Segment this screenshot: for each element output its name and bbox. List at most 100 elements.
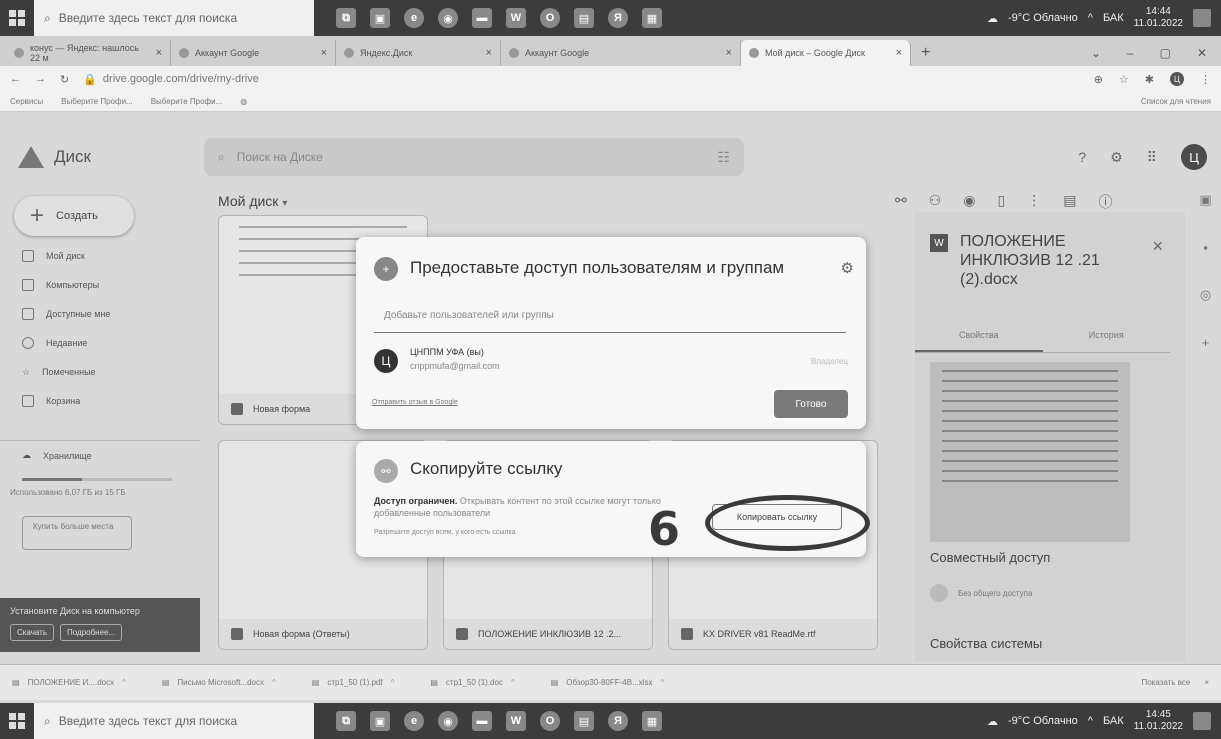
info-icon[interactable]: ⓘ <box>1098 192 1112 212</box>
store-icon[interactable]: ▣ <box>370 8 390 28</box>
star-icon[interactable]: ☆ <box>1119 73 1129 86</box>
sidebar-item-starred[interactable]: ☆ Помеченные <box>0 360 205 384</box>
chevron-up-icon[interactable]: ^ <box>661 678 665 687</box>
photos-icon[interactable]: ▦ <box>642 8 662 28</box>
task-view-icon[interactable]: ⧉ <box>336 8 356 28</box>
folder-icon[interactable]: ▬ <box>472 711 492 731</box>
download-item[interactable]: ▤ стр1_50 (1).pdf ^ <box>312 678 395 687</box>
details-button[interactable]: Подробнее... <box>60 624 123 641</box>
done-button[interactable]: Готово <box>774 390 848 418</box>
bookmark-services[interactable]: Сервисы <box>10 97 43 106</box>
tab-google-account[interactable]: Аккаунт Google × <box>171 40 336 66</box>
maximize-button[interactable]: ▢ <box>1160 46 1171 60</box>
drive-logo[interactable]: Диск <box>18 146 204 168</box>
forward-icon[interactable]: → <box>35 73 46 85</box>
close-icon[interactable]: × <box>896 47 902 59</box>
close-icon[interactable]: × <box>486 47 492 59</box>
word-icon[interactable]: W <box>506 8 526 28</box>
drive-search-input[interactable]: ⌕ Поиск на Диске ☷ <box>204 138 744 176</box>
bookmark-profi-2[interactable]: Выберите Профи... <box>151 97 223 106</box>
folder-icon[interactable]: ▬ <box>472 8 492 28</box>
preview-eye-icon[interactable]: ◉ <box>963 192 975 212</box>
taskbar-search[interactable]: ⌕ Введите здесь текст для поиска <box>34 0 314 36</box>
chevron-up-icon[interactable]: ^ <box>1088 12 1093 24</box>
windows-start-button[interactable] <box>0 0 34 36</box>
yandex-browser-icon[interactable]: Я <box>608 711 628 731</box>
weather-text[interactable]: -9°C Облачно <box>1008 715 1078 727</box>
keep-icon[interactable]: ▪ <box>1203 240 1208 255</box>
tab-google-account-2[interactable]: Аккаунт Google × <box>501 40 741 66</box>
edge-icon[interactable]: e <box>404 711 424 731</box>
apps-grid-icon[interactable]: ⠿ <box>1147 149 1157 166</box>
reading-list[interactable]: Список для чтения <box>1141 97 1211 106</box>
explorer-icon[interactable]: ▤ <box>574 711 594 731</box>
chevron-down-icon[interactable]: ⌄ <box>1091 46 1101 60</box>
weather-text[interactable]: -9°C Облачно <box>1008 12 1078 24</box>
tab-history[interactable]: История <box>1043 330 1171 352</box>
chevron-up-icon[interactable]: ^ <box>1088 715 1093 727</box>
notification-icon[interactable] <box>1193 9 1211 27</box>
create-button[interactable]: + Создать <box>14 196 134 236</box>
yandex-browser-icon[interactable]: Я <box>608 8 628 28</box>
close-icon[interactable]: × <box>726 47 732 59</box>
clock[interactable]: 14:44 11.01.2022 <box>1134 6 1183 30</box>
word-icon[interactable]: W <box>506 711 526 731</box>
tab-google-drive[interactable]: Мой диск – Google Диск × <box>741 40 911 66</box>
add-addon-icon[interactable]: + <box>1202 335 1210 350</box>
task-view-icon[interactable]: ⧉ <box>336 711 356 731</box>
settings-icon[interactable]: ⚙ <box>1110 149 1123 166</box>
tab-properties[interactable]: Свойства <box>915 330 1043 352</box>
download-item[interactable]: ▤ Письмо Microsoft...docx ^ <box>162 678 276 687</box>
opera-icon[interactable]: O <box>540 8 560 28</box>
url-field[interactable]: 🔒 drive.google.com/drive/my-drive <box>83 73 259 86</box>
taskbar-search[interactable]: ⌕ Введите здесь текст для поиска <box>34 703 314 739</box>
bookmark-globe-icon[interactable]: ◍ <box>240 97 247 106</box>
new-tab-button[interactable]: + <box>911 40 940 66</box>
show-all-link[interactable]: Показать все <box>1141 678 1190 687</box>
chrome-icon[interactable]: ◉ <box>438 711 458 731</box>
settings-icon[interactable]: ⚙ <box>841 259 854 277</box>
clock[interactable]: 14:45 11.01.2022 <box>1134 709 1183 733</box>
tasks-icon[interactable]: ◎ <box>1200 287 1211 303</box>
lang-indicator[interactable]: БАК <box>1103 715 1124 727</box>
close-icon[interactable]: × <box>1152 236 1163 257</box>
add-people-input[interactable]: Добавьте пользователей или группы <box>374 299 846 333</box>
calendar-icon[interactable]: ▣ <box>1199 192 1211 208</box>
windows-start-button[interactable] <box>0 703 34 739</box>
photos-icon[interactable]: ▦ <box>642 711 662 731</box>
trash-icon[interactable]: ▯ <box>998 192 1006 212</box>
chevron-up-icon[interactable]: ^ <box>391 678 395 687</box>
more-icon[interactable]: ⋮ <box>1027 192 1041 212</box>
sidebar-item-shared[interactable]: Доступные мне <box>0 302 205 326</box>
close-icon[interactable]: × <box>321 47 327 59</box>
buy-storage-button[interactable]: Купить больше места <box>22 516 132 550</box>
store-icon[interactable]: ▣ <box>370 711 390 731</box>
bookmark-profi-1[interactable]: Выберите Профи... <box>61 97 133 106</box>
back-icon[interactable]: ← <box>10 73 21 85</box>
extensions-icon[interactable]: ✱ <box>1145 73 1154 86</box>
allow-all-link[interactable]: Разрешите доступ всем, у кого есть ссылк… <box>374 529 516 536</box>
menu-dots-icon[interactable]: ⋮ <box>1200 73 1211 86</box>
chevron-up-icon[interactable]: ^ <box>122 678 126 687</box>
tab-yandex-disk[interactable]: Яндекс.Диск × <box>336 40 501 66</box>
close-icon[interactable]: × <box>156 47 162 59</box>
translate-icon[interactable]: ⊕ <box>1094 73 1103 86</box>
tab-yandex-search[interactable]: конус — Яндекс: нашлось 22 м × <box>6 40 171 66</box>
link-icon[interactable]: ⚯ <box>895 192 907 212</box>
feedback-link[interactable]: Отправить отзыв в Google <box>372 399 458 406</box>
download-item[interactable]: ▤ ПОЛОЖЕНИЕ И....docx ^ <box>12 678 126 687</box>
help-icon[interactable]: ? <box>1078 149 1086 165</box>
close-window-button[interactable]: ✕ <box>1197 46 1207 60</box>
download-item[interactable]: ▤ Обзор30-80FF-4B...xlsx ^ <box>551 678 665 687</box>
share-user-icon[interactable]: ⚇ <box>929 192 942 212</box>
notification-icon[interactable] <box>1193 712 1211 730</box>
close-icon[interactable]: × <box>1204 678 1209 687</box>
list-view-icon[interactable]: ▤ <box>1063 192 1076 212</box>
minimize-button[interactable]: – <box>1127 46 1134 60</box>
account-avatar[interactable]: Ц <box>1181 144 1207 170</box>
chrome-icon[interactable]: ◉ <box>438 8 458 28</box>
search-options-icon[interactable]: ☷ <box>717 149 730 166</box>
opera-icon[interactable]: O <box>540 711 560 731</box>
edge-icon[interactable]: e <box>404 8 424 28</box>
sidebar-item-trash[interactable]: Корзина <box>0 389 205 413</box>
